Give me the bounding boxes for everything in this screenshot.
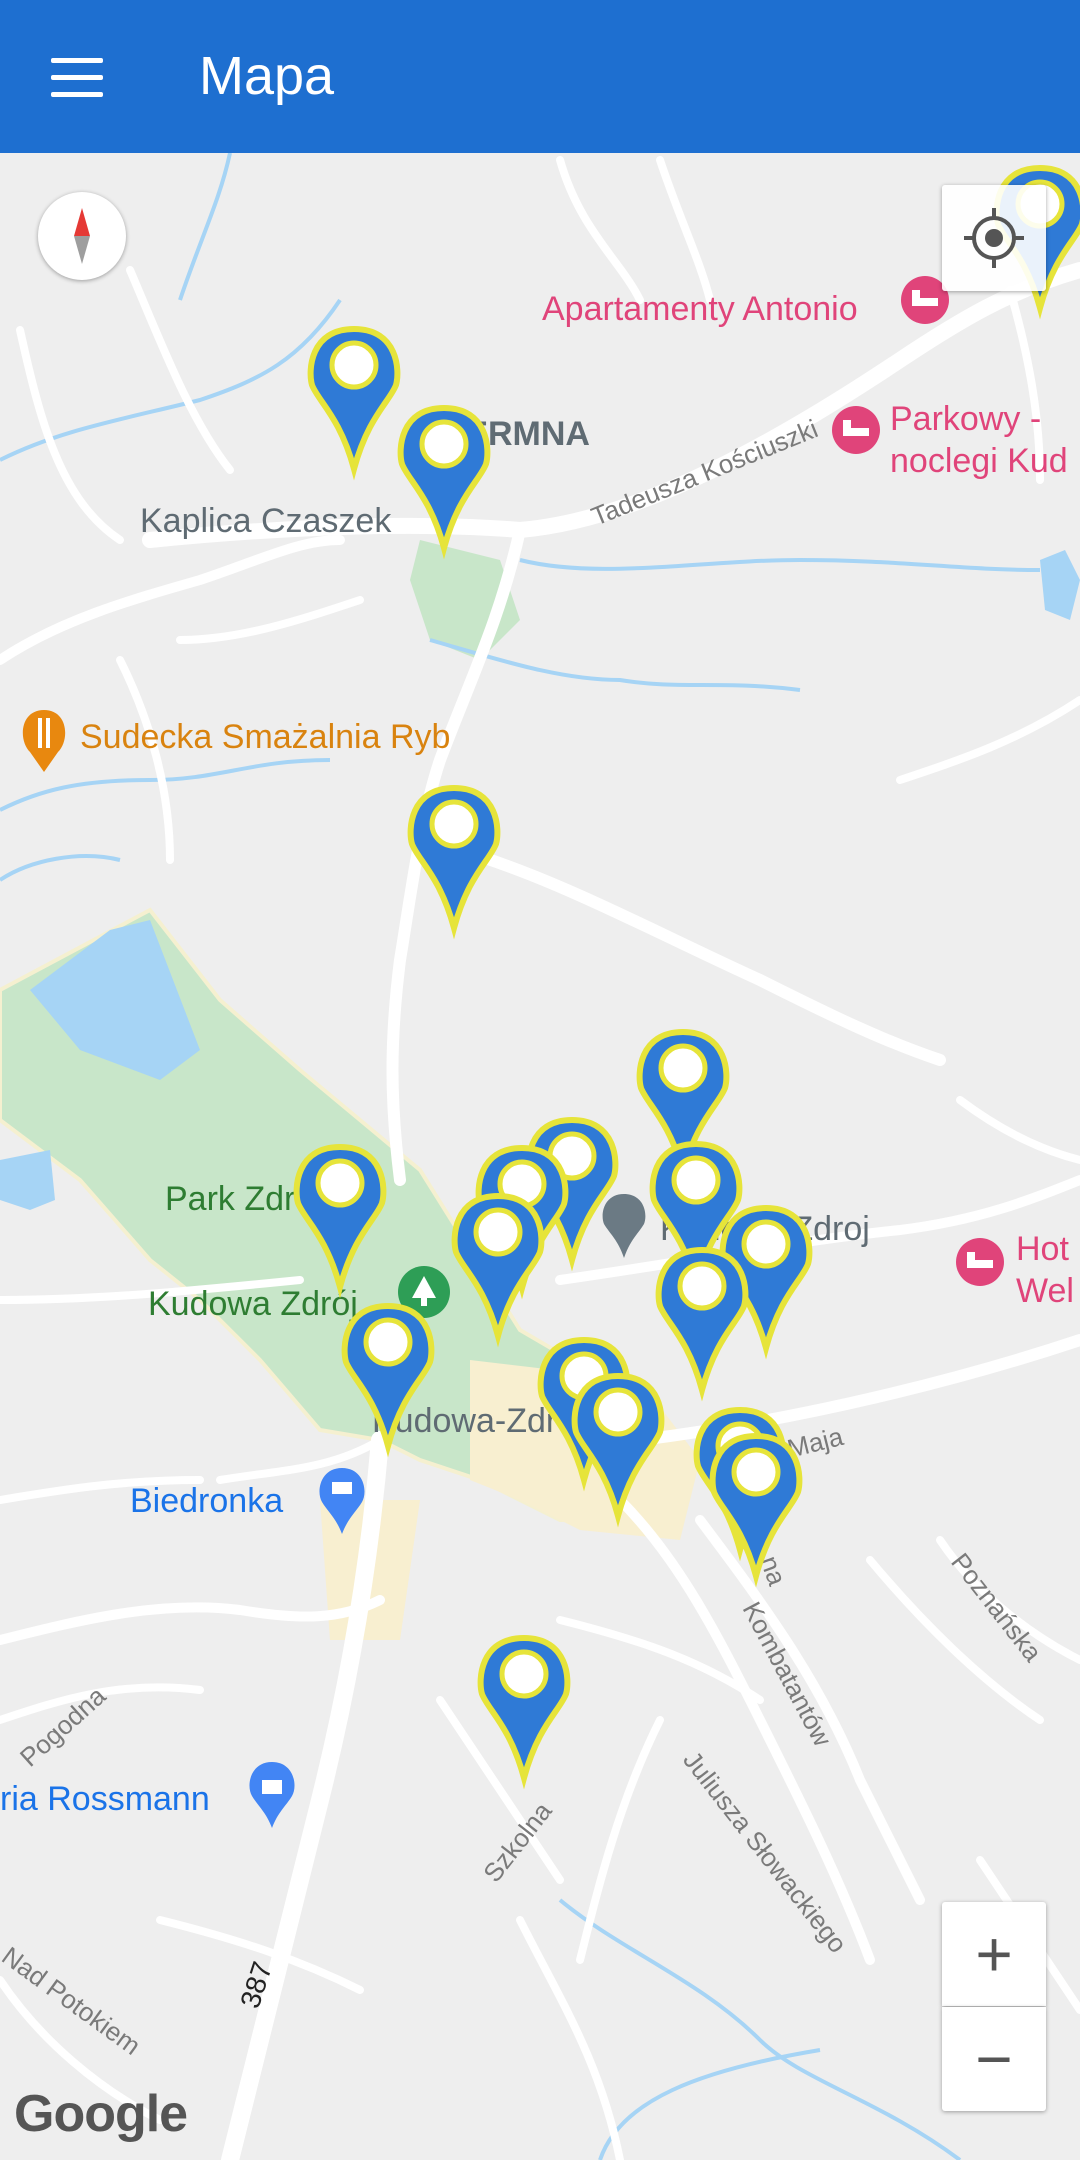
place-label: ria Rossmann [0,1780,210,1818]
zoom-out-button[interactable]: − [942,2007,1046,2111]
zoom-in-button[interactable]: + [942,1902,1046,2006]
place-label: Sudecka Smażalnia Ryb [80,718,450,756]
menu-icon-bar [51,74,103,80]
my-location-icon [964,208,1024,268]
menu-button[interactable] [28,28,126,126]
place-label: Kudowa Zdrój [148,1285,358,1323]
place-label: Wel [1016,1272,1074,1310]
place-label: Apartamenty Antonio [542,290,858,328]
map-view[interactable]: Apartamenty Antonio Parkowy - noclegi Ku… [0,153,1080,2160]
app-bar: Mapa [0,0,1080,153]
compass-button[interactable] [38,192,126,280]
menu-icon-bar [51,91,103,97]
menu-icon-bar [51,57,103,63]
page-title: Mapa [199,46,335,106]
lake [0,1150,55,1210]
minus-icon: − [975,2023,1013,2095]
google-logo: Google [14,2085,188,2143]
bed-icon [956,1238,1004,1286]
bed-icon [832,406,880,454]
place-label: Parkowy - [890,400,1041,438]
place-label: Kaplica Czaszek [140,502,392,540]
place-label: Biedronka [130,1482,283,1520]
compass-icon [74,208,90,264]
plus-icon: + [975,1918,1013,1990]
place-label: noclegi Kud [890,442,1068,480]
map-canvas[interactable]: Apartamenty Antonio Parkowy - noclegi Ku… [0,153,1080,2160]
place-label: Hot [1016,1230,1069,1268]
my-location-button[interactable] [942,185,1046,291]
